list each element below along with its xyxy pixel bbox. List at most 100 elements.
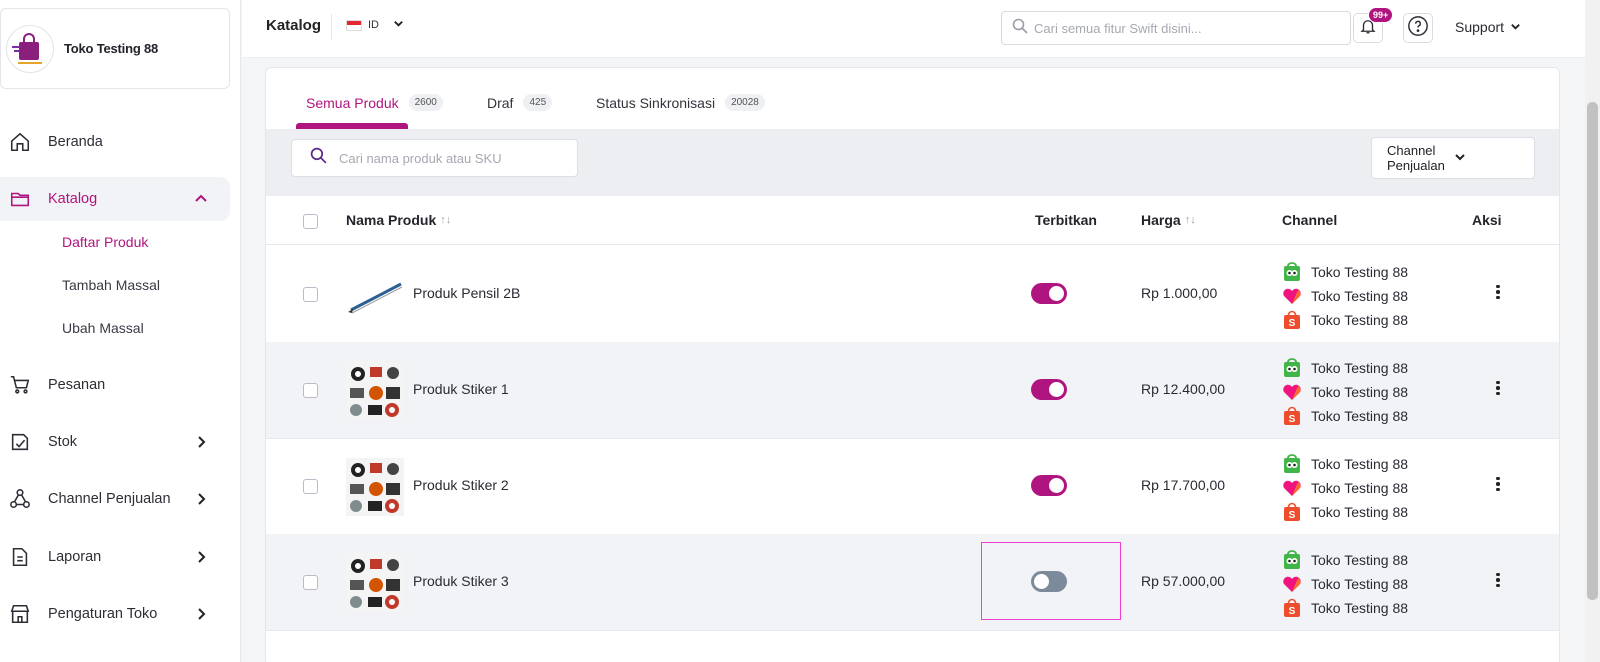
search-icon <box>310 147 327 169</box>
channel-store-name: Toko Testing 88 <box>1311 552 1409 568</box>
sidebar-item-stok[interactable]: Stok <box>0 420 230 464</box>
notification-button[interactable]: 99+ <box>1353 7 1394 43</box>
product-search-input[interactable] <box>339 150 559 166</box>
sidebar-item-pengaturan-toko[interactable]: Pengaturan Toko <box>0 592 230 636</box>
language-selector[interactable]: ID <box>346 18 404 32</box>
lazada-icon <box>1282 286 1302 306</box>
row-checkbox[interactable] <box>303 575 318 590</box>
product-name[interactable]: Produk Stiker 1 <box>413 381 509 397</box>
column-aksi: Aksi <box>1472 212 1502 228</box>
lazada-icon <box>1282 478 1302 498</box>
chevron-right-icon <box>192 548 210 566</box>
svg-text:S: S <box>1289 510 1296 521</box>
chevron-right-icon <box>192 605 210 623</box>
channel-store-name: Toko Testing 88 <box>1311 480 1409 496</box>
sidebar-item-laporan[interactable]: Laporan <box>0 535 230 579</box>
shopee-icon: S <box>1282 310 1302 330</box>
toggle-knob <box>1049 286 1064 301</box>
store-switcher[interactable]: Toko Testing 88 <box>0 8 230 89</box>
product-name[interactable]: Produk Stiker 3 <box>413 573 509 589</box>
indonesia-flag-icon <box>346 19 362 31</box>
shopee-icon: S <box>1282 502 1302 522</box>
chevron-up-icon <box>192 190 210 208</box>
toggle-knob <box>1034 574 1049 589</box>
support-menu[interactable]: Support <box>1455 19 1521 35</box>
box-icon <box>8 430 32 454</box>
help-button[interactable] <box>1403 13 1433 43</box>
product-list-card: Semua Produk 2600 Draf 425 Status Sinkro… <box>265 67 1560 662</box>
tab-draf[interactable]: Draf 425 <box>487 94 553 111</box>
column-label: Nama Produk <box>346 212 437 228</box>
column-channel: Channel <box>1282 212 1337 228</box>
chevron-down-icon <box>393 18 404 32</box>
channel-store-name: Toko Testing 88 <box>1311 576 1409 592</box>
channel-list: Toko Testing 88 Toko Testing 88 S Toko Test… <box>1282 548 1408 620</box>
sort-icon[interactable]: ↑↓ <box>1185 214 1196 226</box>
language-code: ID <box>368 19 379 31</box>
more-actions-icon[interactable] <box>1491 375 1505 401</box>
product-price: Rp 1.000,00 <box>1141 285 1218 301</box>
sidebar-item-katalog[interactable]: Katalog <box>0 177 230 221</box>
publish-toggle[interactable] <box>1031 379 1067 400</box>
sidebar-item-label: Pengaturan Toko <box>48 606 158 622</box>
publish-toggle[interactable] <box>1031 283 1067 304</box>
more-actions-icon[interactable] <box>1491 567 1505 593</box>
sort-icon[interactable]: ↑↓ <box>440 214 451 226</box>
chevron-right-icon <box>192 490 210 508</box>
publish-toggle[interactable] <box>1031 571 1067 592</box>
chevron-down-icon <box>1454 151 1521 166</box>
shopee-icon: S <box>1282 406 1302 426</box>
store-logo <box>6 24 54 73</box>
global-search-input[interactable] <box>1034 20 1334 36</box>
row-checkbox[interactable] <box>303 479 318 494</box>
report-icon <box>8 545 32 569</box>
table-row: Produk Stiker 2 Rp 17.700,00 Toko Testing … <box>266 438 1559 535</box>
support-label: Support <box>1455 19 1505 35</box>
more-actions-icon[interactable] <box>1491 279 1505 305</box>
sidebar-item-pesanan[interactable]: Pesanan <box>0 363 230 407</box>
svg-text:S: S <box>1289 318 1296 329</box>
product-name[interactable]: Produk Stiker 2 <box>413 477 509 493</box>
row-checkbox[interactable] <box>303 383 318 398</box>
sidebar-item-channel-penjualan[interactable]: Channel Penjualan <box>0 477 230 521</box>
table-row: Produk Stiker 3 Rp 57.000,00 Toko Testing … <box>266 534 1559 631</box>
product-thumbnail <box>346 458 404 516</box>
folder-icon <box>8 187 32 211</box>
product-name[interactable]: Produk Pensil 2B <box>413 285 520 301</box>
tab-count: 425 <box>523 94 553 111</box>
store-icon <box>8 602 32 626</box>
column-label: Terbitkan <box>1035 212 1097 228</box>
svg-text:S: S <box>1289 606 1296 617</box>
column-label: Harga <box>1141 212 1181 228</box>
product-price: Rp 57.000,00 <box>1141 573 1226 589</box>
column-nama-produk[interactable]: Nama Produk ↑↓ <box>346 212 451 228</box>
tab-status-sinkronisasi[interactable]: Status Sinkronisasi 20028 <box>596 94 765 111</box>
publish-toggle[interactable] <box>1031 475 1067 496</box>
column-harga[interactable]: Harga ↑↓ <box>1141 212 1196 228</box>
sidebar-subitem-ubah-massal[interactable]: Ubah Massal <box>62 320 144 336</box>
scrollbar-thumb[interactable] <box>1587 102 1598 600</box>
tab-semua-produk[interactable]: Semua Produk 2600 <box>306 94 443 111</box>
row-checkbox[interactable] <box>303 287 318 302</box>
channel-store-name: Toko Testing 88 <box>1311 384 1409 400</box>
channel-penjualan-dropdown[interactable]: Channel Penjualan <box>1371 137 1535 179</box>
toggle-knob <box>1049 478 1064 493</box>
select-all-checkbox[interactable] <box>303 214 318 229</box>
channel-store-name: Toko Testing 88 <box>1311 312 1409 328</box>
tokopedia-icon <box>1282 550 1302 570</box>
sidebar-subitem-daftar-produk[interactable]: Daftar Produk <box>62 234 148 250</box>
cart-icon <box>8 373 32 397</box>
table-header: Nama Produk ↑↓ Terbitkan Harga ↑↓ Channe… <box>266 196 1559 245</box>
channel-item: Toko Testing 88 <box>1282 260 1408 284</box>
product-search[interactable] <box>291 139 578 177</box>
lazada-icon <box>1282 382 1302 402</box>
dropdown-label: Channel Penjualan <box>1387 143 1445 173</box>
more-actions-icon[interactable] <box>1491 471 1505 497</box>
sidebar-subitem-tambah-massal[interactable]: Tambah Massal <box>62 277 160 293</box>
global-search[interactable] <box>1001 11 1351 45</box>
sidebar-item-beranda[interactable]: Beranda <box>0 120 230 164</box>
channel-store-name: Toko Testing 88 <box>1311 360 1409 376</box>
checkbox[interactable] <box>303 214 318 229</box>
tab-label: Semua Produk <box>306 94 399 111</box>
column-terbitkan: Terbitkan <box>1035 212 1097 228</box>
